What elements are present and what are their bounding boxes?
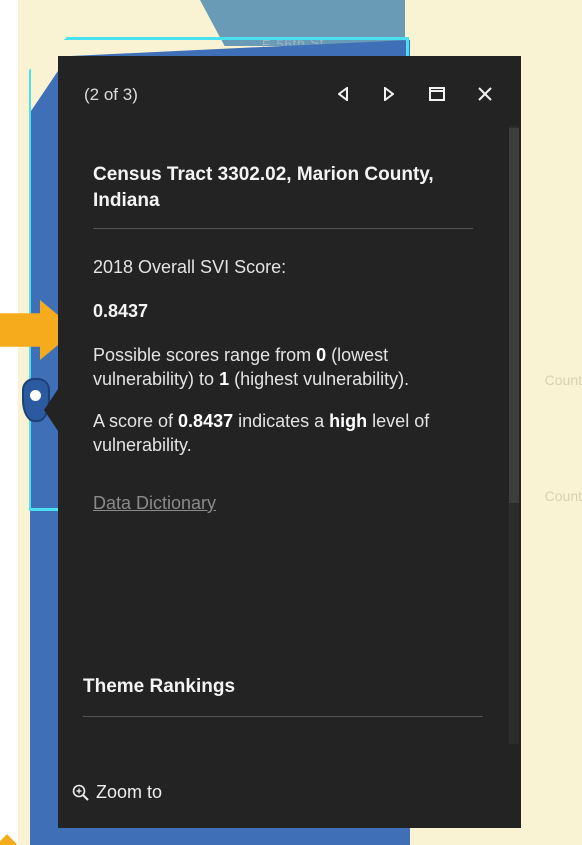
popup-title: Census Tract 3302.02, Marion County, Ind… bbox=[93, 164, 434, 211]
feature-popup: (2 of 3) Census Tract 3302.02, Marion Co… bbox=[58, 56, 521, 828]
county-label: Count bbox=[544, 488, 582, 504]
next-feature-button[interactable] bbox=[376, 81, 402, 107]
score-value: 0.8437 bbox=[93, 301, 149, 321]
scrollbar[interactable] bbox=[509, 126, 519, 744]
range-max: 1 bbox=[219, 369, 230, 389]
dock-window-icon bbox=[429, 87, 445, 101]
previous-arrow-icon bbox=[338, 87, 348, 101]
previous-feature-button[interactable] bbox=[330, 81, 356, 107]
vulnerability-level: high bbox=[329, 411, 368, 431]
range-text-part: (highest vulnerability). bbox=[229, 369, 410, 389]
theme-rankings-heading: Theme Rankings bbox=[83, 676, 236, 697]
score-range-text: Possible scores range from 0 (lowest vul… bbox=[93, 343, 473, 391]
zoom-to-label: Zoom to bbox=[96, 782, 163, 802]
county-label: Count bbox=[544, 372, 582, 388]
range-min: 0 bbox=[316, 345, 327, 365]
indicator-text-part: indicates a bbox=[233, 411, 330, 431]
indicator-score: 0.8437 bbox=[178, 411, 234, 431]
zoom-to-button[interactable]: Zoom to bbox=[72, 782, 162, 803]
scrollbar-thumb[interactable] bbox=[509, 128, 519, 503]
zoom-in-icon bbox=[72, 784, 89, 801]
data-dictionary-link[interactable]: Data Dictionary bbox=[93, 493, 216, 513]
popup-footer: Zoom to bbox=[58, 748, 521, 828]
score-indicator-text: A score of 0.8437 indicates a high level… bbox=[93, 409, 473, 457]
theme-rankings-section: Theme Rankings bbox=[83, 676, 483, 717]
range-text-part: Possible scores range from bbox=[93, 345, 317, 365]
title-divider bbox=[93, 228, 473, 229]
map-edge bbox=[0, 0, 18, 845]
close-button[interactable] bbox=[472, 81, 498, 107]
pin-dot bbox=[30, 390, 41, 401]
popup-header: (2 of 3) bbox=[58, 56, 521, 126]
popup-content: Census Tract 3302.02, Marion County, Ind… bbox=[93, 162, 473, 514]
theme-divider bbox=[83, 716, 483, 717]
score-heading: 2018 Overall SVI Score: bbox=[93, 257, 287, 277]
feature-counter: (2 of 3) bbox=[84, 85, 138, 104]
indicator-text-part: A score of bbox=[93, 411, 179, 431]
close-icon bbox=[478, 87, 492, 101]
dock-button[interactable] bbox=[424, 81, 450, 107]
next-arrow-icon bbox=[384, 87, 394, 101]
